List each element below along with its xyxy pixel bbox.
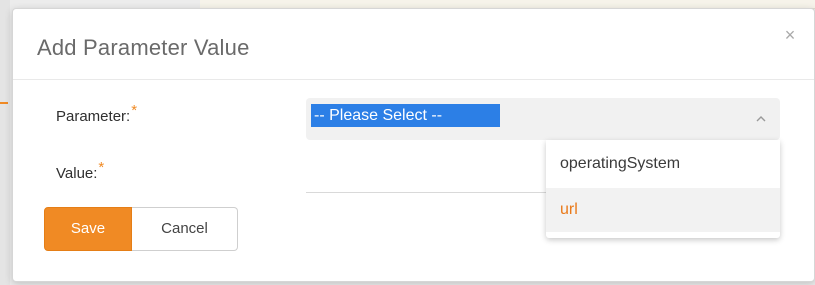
- dialog-title: Add Parameter Value: [37, 35, 250, 60]
- dialog-header: Add Parameter Value ×: [13, 9, 814, 80]
- value-label-text: Value:: [56, 165, 98, 182]
- parameter-dropdown-list: operatingSystem url: [546, 140, 780, 238]
- dropdown-option-operatingsystem[interactable]: operatingSystem: [546, 142, 780, 186]
- value-input-underline: [306, 192, 546, 193]
- value-label: Value:*: [56, 159, 104, 182]
- required-asterisk: *: [98, 159, 105, 176]
- parameter-select[interactable]: -- Please Select --: [306, 98, 780, 140]
- dropdown-option-url[interactable]: url: [546, 188, 780, 232]
- value-input[interactable]: [306, 159, 550, 191]
- add-parameter-value-dialog: Add Parameter Value × Parameter:* Value:…: [12, 8, 815, 282]
- parameter-label-text: Parameter:: [56, 108, 131, 125]
- save-button[interactable]: Save: [44, 207, 132, 251]
- background-accent-mark: [0, 102, 8, 104]
- parameter-select-value: -- Please Select --: [311, 104, 500, 127]
- required-asterisk: *: [131, 102, 138, 119]
- cancel-button[interactable]: Cancel: [132, 207, 238, 251]
- background-page-edge: [0, 0, 10, 285]
- chevron-up-icon: [756, 116, 766, 122]
- close-icon[interactable]: ×: [780, 25, 800, 45]
- parameter-label: Parameter:*: [56, 102, 137, 125]
